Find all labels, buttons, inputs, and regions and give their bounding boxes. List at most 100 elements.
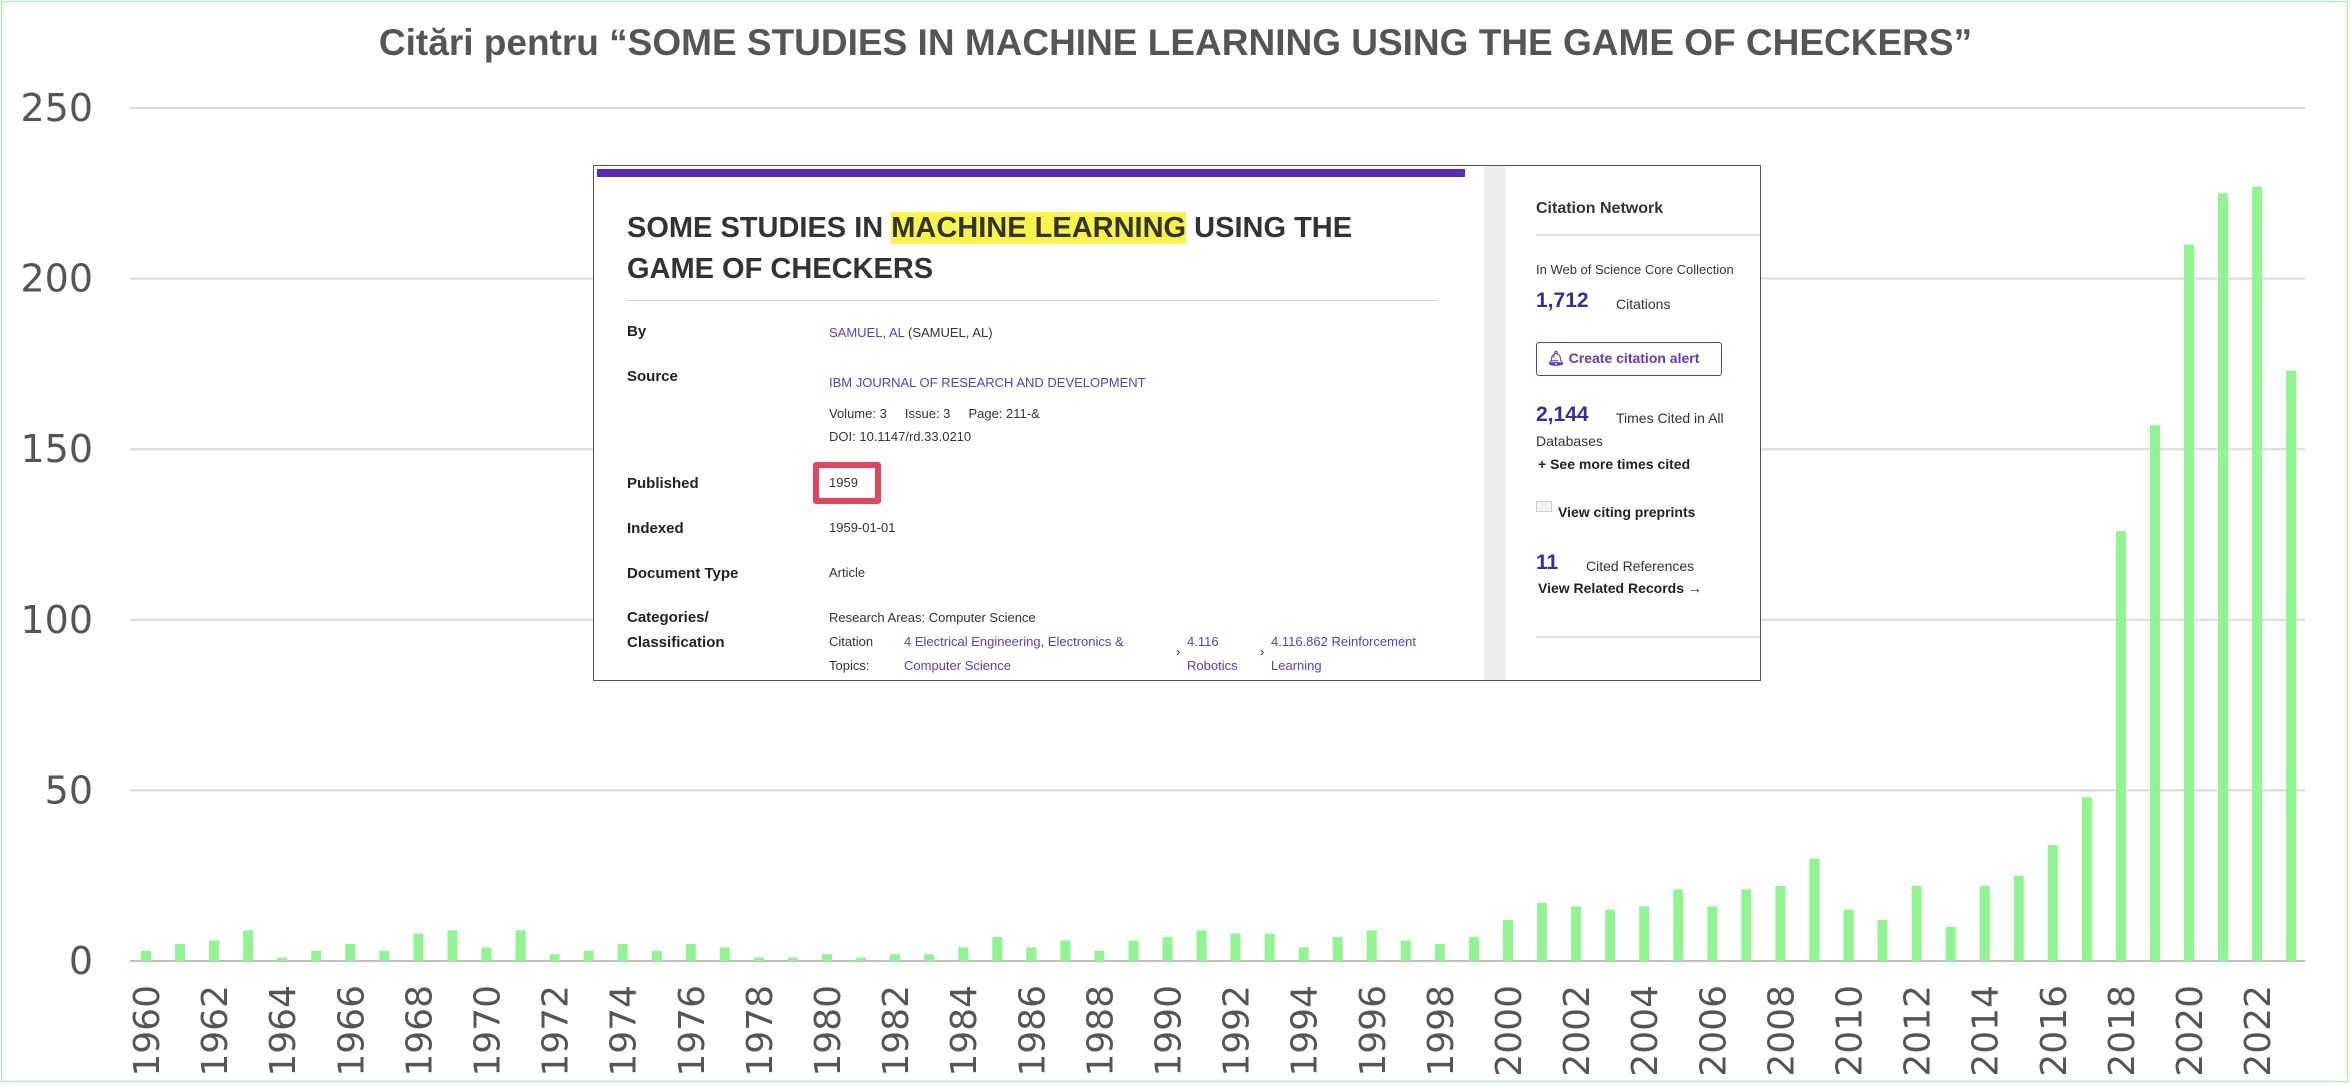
x-tick-label: 1968 <box>399 985 440 1077</box>
citation-topics-label: Citation <box>829 634 874 649</box>
x-tick-label: 1986 <box>1012 985 1053 1077</box>
bar <box>856 957 867 961</box>
citation-network-panel: Citation Network In Web of Science Core … <box>1484 166 1760 680</box>
citations-count[interactable]: 1,712 <box>1536 289 1589 313</box>
bar <box>822 954 832 961</box>
accent-bar <box>597 169 1465 177</box>
bar <box>447 930 458 961</box>
x-tick-label: 1988 <box>1080 985 1121 1077</box>
view-citing-preprints-link[interactable]: View citing preprints <box>1558 504 1695 520</box>
bar <box>481 947 492 961</box>
bar <box>1468 937 1479 961</box>
bar <box>1911 885 1922 961</box>
bell-icon: 🔔︎ <box>1547 350 1569 366</box>
x-tick-label: 2010 <box>1830 985 1871 1077</box>
author-rest: (SAMUEL, AL) <box>904 325 993 340</box>
x-tick-label: 1980 <box>808 985 849 1077</box>
topic-link[interactable]: Robotics <box>1187 656 1238 676</box>
x-tick-label: 2000 <box>1489 985 1530 1077</box>
bar <box>1537 902 1548 961</box>
times-cited-label: Databases <box>1536 433 1603 449</box>
bar <box>1503 920 1513 961</box>
bar <box>515 930 526 961</box>
citation-topics-label: Topics: <box>829 658 870 673</box>
see-more-times-cited-link[interactable]: + See more times cited <box>1538 456 1690 472</box>
journal-link[interactable]: IBM JOURNAL OF RESEARCH AND DEVELOPMENT <box>829 373 1146 393</box>
view-related-records-link[interactable]: View Related Records → <box>1538 580 1702 596</box>
bar <box>1196 930 1207 961</box>
bar <box>685 943 696 961</box>
x-tick-label: 1972 <box>536 985 577 1077</box>
bar <box>1230 933 1241 961</box>
x-tick-label: 1962 <box>195 985 236 1077</box>
record-main-panel: SOME STUDIES IN MACHINE LEARNING USING T… <box>594 166 1484 680</box>
topic-link[interactable]: Computer Science <box>904 656 1011 676</box>
y-tick-label: 150 <box>20 427 93 471</box>
x-tick-label: 2018 <box>2102 985 2143 1077</box>
chevron-right-icon: › <box>1260 644 1265 659</box>
bar <box>1741 889 1752 961</box>
x-tick-label: 2014 <box>1966 985 2007 1077</box>
cited-references-count[interactable]: 11 <box>1536 551 1558 575</box>
bar <box>583 950 594 961</box>
x-tick-label: 1992 <box>1217 985 1258 1077</box>
citation-network-heading: Citation Network <box>1536 200 1664 217</box>
bar <box>2081 797 2092 961</box>
y-tick-label: 100 <box>20 598 93 642</box>
bar <box>311 950 322 961</box>
bar <box>1332 937 1343 961</box>
topic-link[interactable]: 4 Electrical Engineering, Electronics & <box>904 632 1124 652</box>
bar <box>2252 186 2263 961</box>
bar <box>2218 193 2229 962</box>
bar <box>1366 930 1377 961</box>
x-tick-label: 1960 <box>127 985 168 1077</box>
author-value: SAMUEL, AL (SAMUEL, AL) <box>829 323 993 343</box>
bar <box>992 937 1003 961</box>
y-tick-label: 50 <box>45 768 93 812</box>
author-link[interactable]: SAMUEL, AL <box>829 325 904 340</box>
x-tick-label: 2006 <box>1693 985 1734 1077</box>
create-citation-alert-button[interactable]: 🔔︎ Create citation alert <box>1536 342 1722 376</box>
topic-link[interactable]: 4.116.862 Reinforcement <box>1271 632 1416 652</box>
bar <box>719 947 730 961</box>
bar <box>1128 940 1139 961</box>
bar <box>549 954 560 961</box>
x-tick-label: 1964 <box>263 985 304 1077</box>
citations-label: Citations <box>1616 296 1671 312</box>
bar <box>1775 885 1786 961</box>
doctype-label: Document Type <box>627 565 739 582</box>
x-tick-label: 1994 <box>1285 985 1326 1077</box>
bar <box>209 940 220 961</box>
research-areas: Research Areas: Computer Science <box>829 610 1036 625</box>
volume-line: Volume: 3 Issue: 3 Page: 211-& <box>829 406 1040 421</box>
published-label: Published <box>627 475 699 492</box>
times-cited-label: Times Cited in All <box>1616 410 1724 426</box>
bar <box>1026 947 1037 961</box>
x-tick-label: 1984 <box>944 985 985 1077</box>
divider <box>1536 636 1760 638</box>
chevron-right-icon: › <box>1176 644 1181 659</box>
doi-line: DOI: 10.1147/rd.33.0210 <box>829 429 972 444</box>
indexed-label: Indexed <box>627 520 684 537</box>
bar <box>753 957 764 961</box>
bar <box>1400 940 1411 961</box>
x-tick-label: 1970 <box>468 985 509 1077</box>
divider <box>627 300 1437 301</box>
bar <box>1060 940 1071 961</box>
bar <box>2149 425 2160 961</box>
x-tick-label: 2012 <box>1898 985 1939 1077</box>
x-tick-label: 2022 <box>2238 985 2279 1077</box>
bar <box>1162 937 1173 961</box>
x-tick-label: 1974 <box>604 985 645 1077</box>
y-tick-label: 200 <box>20 257 93 301</box>
times-cited-count[interactable]: 2,144 <box>1536 403 1589 427</box>
topic-link[interactable]: Learning <box>1271 656 1322 676</box>
bar <box>2013 875 2024 961</box>
bar <box>1094 950 1105 961</box>
bar <box>1605 909 1616 961</box>
bar <box>1945 926 1956 961</box>
bar <box>1877 920 1888 961</box>
preprint-icon <box>1536 501 1552 512</box>
topic-link[interactable]: 4.116 <box>1187 632 1219 652</box>
bar <box>1264 933 1275 961</box>
